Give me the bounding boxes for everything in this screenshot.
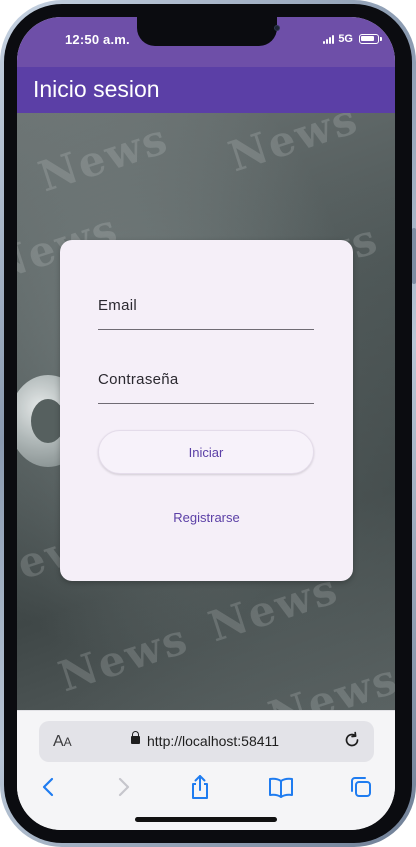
back-button[interactable]: [35, 773, 63, 801]
bookmarks-icon: [269, 777, 293, 798]
app-bar: Inicio sesion: [17, 67, 395, 113]
battery-level: [361, 36, 374, 41]
address-bar[interactable]: AA http://localhost:58411: [39, 721, 374, 762]
register-link[interactable]: Registrarse: [60, 510, 353, 525]
email-underline: [98, 329, 314, 330]
back-icon: [42, 777, 54, 797]
tabs-icon: [351, 777, 371, 797]
phone-screen: 12:50 a.m. 5G Inicio sesion News News Ne…: [17, 17, 395, 830]
tabs-button[interactable]: [347, 773, 375, 801]
background-word: News: [32, 113, 175, 202]
text-size-button[interactable]: AA: [53, 733, 72, 751]
battery-icon: [359, 34, 382, 44]
front-camera-icon: [274, 25, 280, 31]
background-word: News: [222, 113, 365, 182]
browser-toolbar: AA http://localhost:58411: [17, 710, 395, 830]
page-title: Inicio sesion: [33, 76, 160, 102]
reload-icon[interactable]: [342, 730, 362, 750]
network-type: 5G: [338, 33, 353, 45]
background-word: News: [262, 653, 395, 710]
login-card: Email Contraseña Iniciar Registrarse: [60, 240, 353, 581]
login-button[interactable]: Iniciar: [98, 430, 314, 474]
phone-frame: 12:50 a.m. 5G Inicio sesion News News Ne…: [0, 0, 416, 847]
password-input[interactable]: [98, 369, 314, 403]
bookmarks-button[interactable]: [267, 773, 295, 801]
status-bar: 12:50 a.m. 5G: [17, 17, 395, 67]
forward-icon: [118, 777, 130, 797]
forward-button[interactable]: [109, 773, 137, 801]
status-time: 12:50 a.m.: [65, 32, 130, 47]
share-button[interactable]: [186, 773, 214, 801]
share-icon: [192, 775, 208, 799]
status-indicators: 5G: [323, 33, 382, 45]
side-button: [412, 228, 416, 284]
home-indicator: [135, 817, 277, 822]
signal-icon: [323, 34, 335, 44]
lock-icon: [131, 731, 140, 744]
password-underline: [98, 403, 314, 404]
url-text: http://localhost:58411: [147, 733, 280, 749]
text-size-label: AA: [53, 733, 72, 750]
background-word: News: [52, 613, 195, 702]
notch: [137, 17, 280, 46]
email-input[interactable]: [98, 295, 314, 329]
